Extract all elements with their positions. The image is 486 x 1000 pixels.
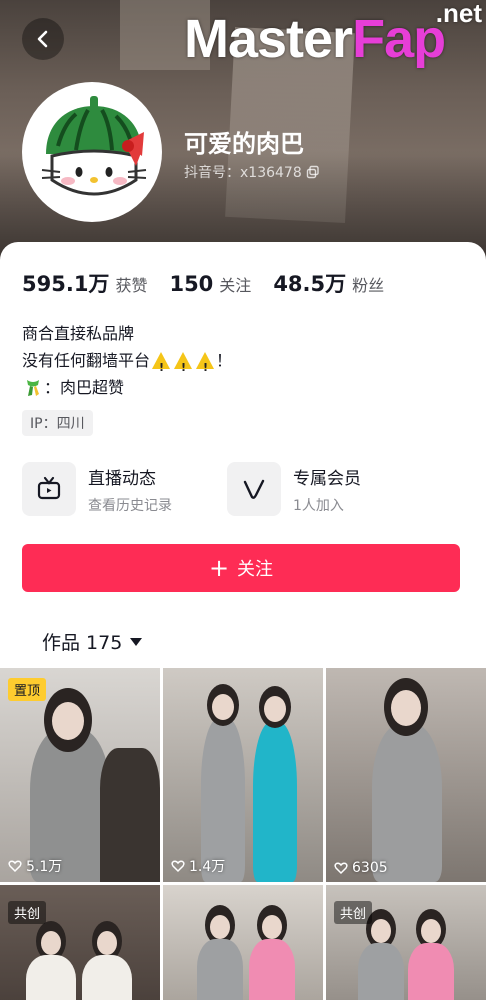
stat-label: 关注 [219, 276, 252, 295]
douyin-id[interactable]: 抖音号：x136478 [184, 162, 320, 182]
video-tile[interactable]: 置顶 5.1万 [0, 668, 160, 882]
video-likes-count: 5.1万 [26, 859, 63, 875]
pinned-tag: 置顶 [8, 678, 47, 701]
stat-value: 150 [169, 272, 214, 296]
profile-nickname: 可爱的肉巴 [184, 130, 304, 158]
watermelon-hello-kitty-avatar-icon [24, 84, 160, 220]
feature-live-history[interactable]: 直播动态 查看历史记录 [22, 462, 172, 516]
plus-icon: + [208, 554, 230, 582]
video-tile[interactable] [163, 885, 323, 1000]
bio-line: ：肉巴超赞 [22, 374, 232, 401]
video-likes-count: 1.4万 [189, 859, 226, 875]
watermark-text: MasterFap [184, 9, 446, 69]
stat-value: 48.5万 [273, 272, 347, 296]
copy-icon[interactable] [306, 165, 320, 179]
feature-icon-box [227, 462, 281, 516]
video-tile[interactable]: 共创 [0, 885, 160, 1000]
video-tile[interactable]: 1.4万 [163, 668, 323, 882]
feature-icon-box [22, 462, 76, 516]
heart-icon [8, 860, 22, 873]
heart-icon [171, 860, 185, 873]
stat-following[interactable]: 150 关注 [169, 272, 251, 296]
feature-title: 专属会员 [293, 468, 361, 489]
follow-button-label: 关注 [237, 559, 274, 580]
stat-followers[interactable]: 48.5万 粉丝 [273, 268, 384, 298]
watermark: MasterFap .net [182, 0, 482, 86]
video-likes: 1.4万 [171, 856, 225, 876]
profile-sheet: 595.1万 获赞 150 关注 48.5万 粉丝 商合直接私品牌 没有任何翻墙… [0, 242, 486, 1000]
profile-stats: 595.1万 获赞 150 关注 48.5万 粉丝 [22, 268, 406, 298]
v-badge-icon [243, 479, 265, 499]
tab-works[interactable]: 作品 175 [42, 628, 143, 655]
watermark-tld: .net [435, 0, 482, 28]
tab-works-label: 作品 175 [42, 632, 123, 654]
video-tile[interactable]: 共创 [326, 885, 486, 1000]
ip-location-tag: IP：四川 [22, 410, 93, 436]
follow-button[interactable]: + 关注 [22, 544, 460, 592]
profile-bio: 商合直接私品牌 没有任何翻墙平台 ！ ：肉巴超赞 [22, 320, 232, 401]
feature-subtitle: 1人加入 [293, 497, 344, 514]
video-likes: 5.1万 [8, 856, 62, 876]
stat-value: 595.1万 [22, 272, 110, 296]
feature-membership[interactable]: 专属会员 1人加入 [227, 462, 361, 516]
bio-text: 没有任何翻墙平台 [22, 351, 151, 370]
feature-title: 直播动态 [88, 468, 156, 489]
heart-icon [334, 862, 348, 875]
video-likes-count: 6305 [352, 860, 388, 876]
douyin-id-text: 抖音号：x136478 [184, 165, 302, 181]
stat-label: 粉丝 [352, 276, 385, 295]
co-create-tag: 共创 [8, 901, 47, 924]
caret-down-icon [130, 637, 143, 646]
warning-icon [152, 352, 171, 381]
warning-icon [174, 352, 193, 381]
bio-line: 没有任何翻墙平台 ！ [22, 347, 233, 381]
co-create-tag: 共创 [334, 901, 373, 924]
bio-text: ！ [216, 351, 233, 370]
back-button[interactable] [22, 18, 64, 60]
warning-icon [196, 352, 215, 381]
feature-subtitle: 查看历史记录 [88, 497, 172, 514]
stat-label: 获赞 [115, 276, 148, 295]
video-likes: 6305 [334, 860, 388, 876]
stat-likes[interactable]: 595.1万 获赞 [22, 268, 147, 298]
bio-line: 商合直接私品牌 [22, 324, 135, 343]
video-tile[interactable]: 6305 [326, 668, 486, 882]
avatar[interactable] [22, 82, 162, 222]
bio-text: ：肉巴超赞 [44, 378, 125, 397]
scarf-icon [27, 379, 39, 396]
tv-icon [37, 476, 61, 500]
chevron-left-icon [37, 30, 48, 48]
